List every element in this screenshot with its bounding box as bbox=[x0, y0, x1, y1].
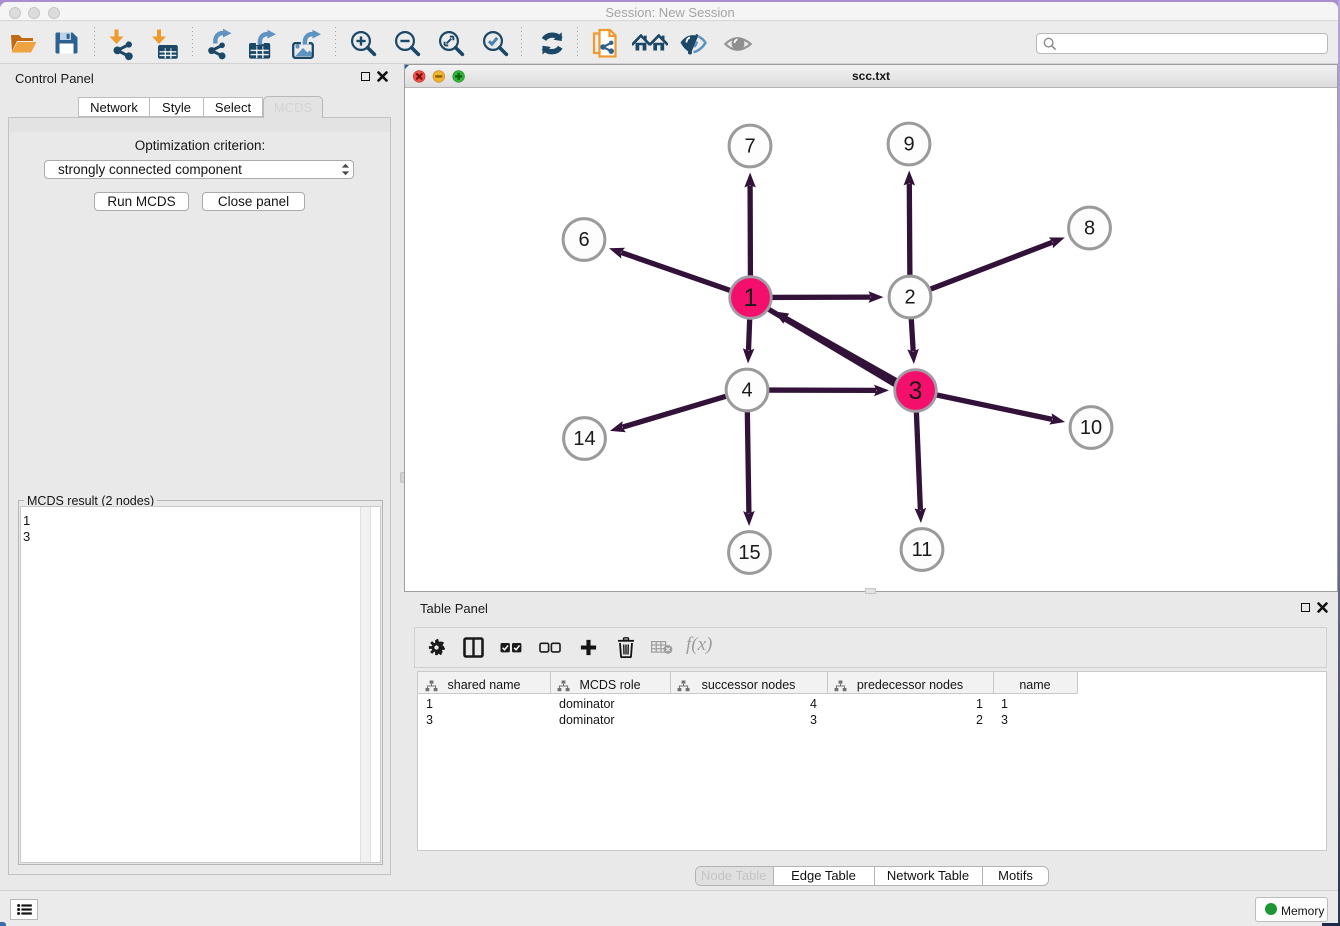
svg-text:15: 15 bbox=[738, 542, 760, 564]
svg-text:14: 14 bbox=[573, 428, 595, 450]
svg-text:11: 11 bbox=[912, 539, 933, 561]
svg-text:3: 3 bbox=[909, 377, 923, 405]
svg-text:7: 7 bbox=[744, 136, 755, 158]
svg-text:9: 9 bbox=[903, 134, 914, 156]
svg-text:1: 1 bbox=[744, 284, 758, 312]
svg-text:2: 2 bbox=[904, 287, 915, 309]
svg-text:10: 10 bbox=[1080, 417, 1102, 439]
svg-text:6: 6 bbox=[578, 229, 589, 251]
svg-text:4: 4 bbox=[741, 380, 752, 402]
svg-text:8: 8 bbox=[1084, 218, 1095, 240]
